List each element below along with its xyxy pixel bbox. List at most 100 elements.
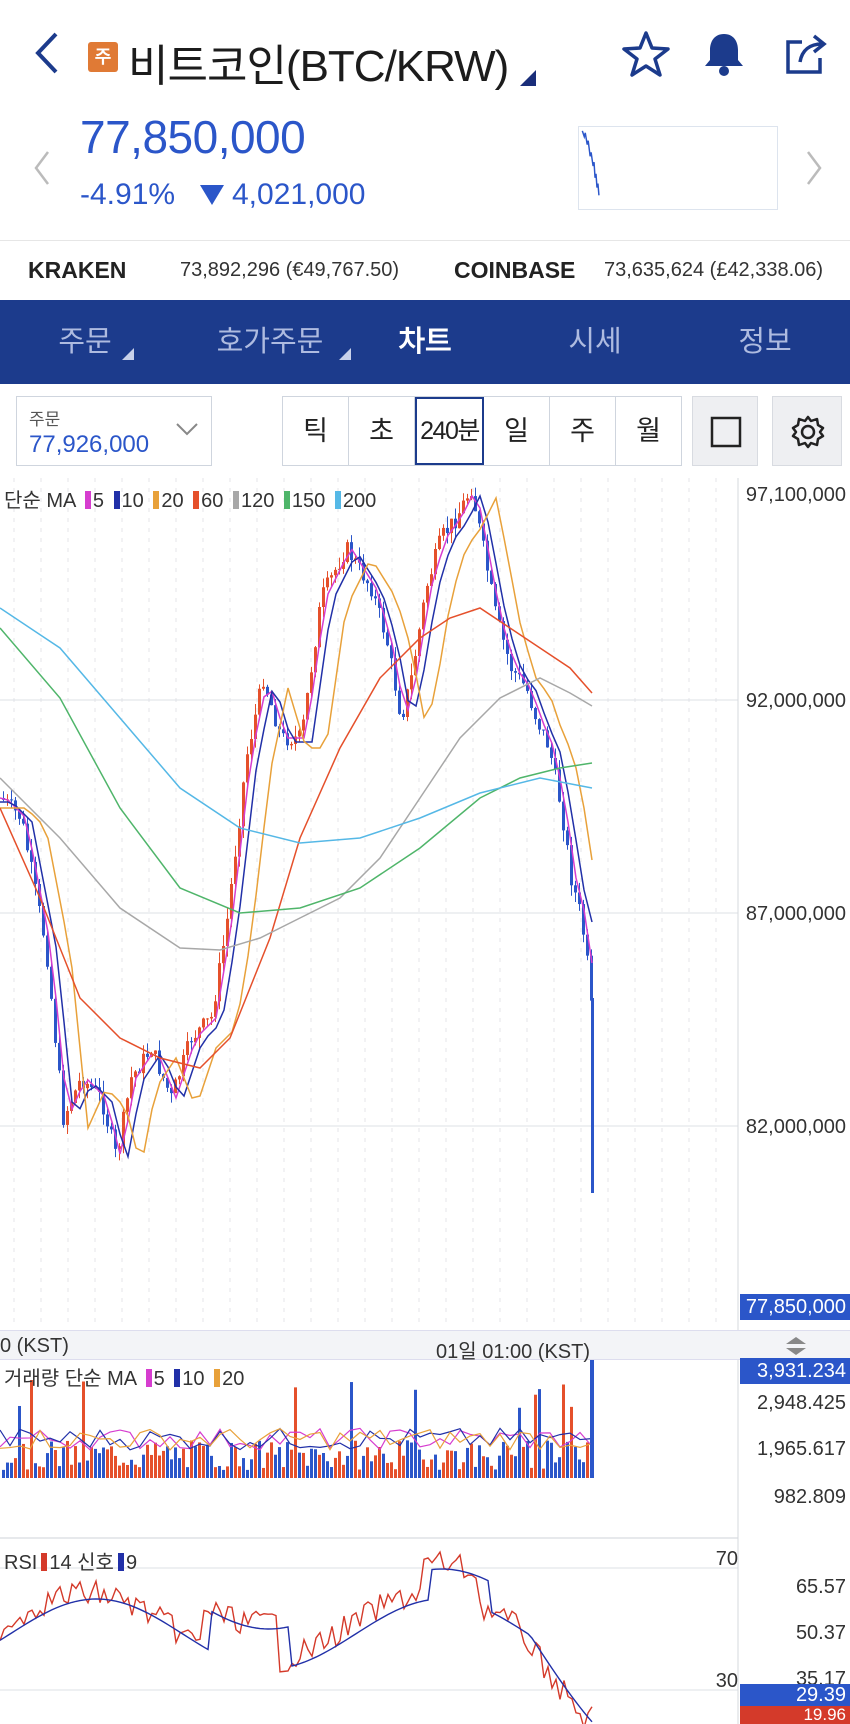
volume-bar [234, 1447, 237, 1478]
ma5-line [0, 494, 593, 1155]
next-coin-icon[interactable] [802, 148, 826, 188]
volume-bar [246, 1469, 249, 1478]
exchange-row: KRAKEN 73,892,296 (€49,767.50) COINBASE … [0, 240, 850, 300]
volume-bar [522, 1446, 525, 1478]
volume-bar [218, 1465, 221, 1478]
volume-bar [378, 1446, 381, 1478]
volume-bar [266, 1452, 269, 1478]
period-week[interactable]: 주 [550, 397, 616, 465]
candle-body [202, 1018, 205, 1028]
tab-chart[interactable]: 차트 [370, 300, 480, 384]
candlestick-chart[interactable] [0, 478, 850, 1724]
coin-dropdown-icon[interactable] [520, 70, 536, 86]
volume-bar [442, 1462, 445, 1478]
fullscreen-button[interactable] [692, 396, 758, 466]
period-second[interactable]: 초 [349, 397, 415, 465]
share-icon[interactable] [780, 28, 832, 80]
volume-bar [262, 1467, 265, 1478]
resize-handle-icon[interactable] [782, 1334, 810, 1358]
tab-market[interactable]: 시세 [540, 300, 650, 384]
rsi-signal-line [0, 1568, 593, 1723]
volume-bar [550, 1442, 553, 1478]
volume-bar [450, 1450, 453, 1478]
volume-bar [338, 1451, 341, 1478]
candle-body [442, 527, 445, 536]
candle-body [10, 799, 13, 801]
volume-bar [22, 1443, 25, 1478]
volume-axis-label: 982.809 [773, 1486, 846, 1508]
volume-bar [118, 1465, 121, 1478]
volume-bar [330, 1467, 333, 1478]
candle-body [534, 708, 537, 720]
square-icon [710, 416, 742, 448]
candle-body [386, 632, 389, 646]
rsi-legend: RSI 14 신호 9 [4, 1552, 138, 1574]
volume-bar [462, 1462, 465, 1478]
candle-body [190, 1041, 193, 1043]
volume-bar [226, 1466, 229, 1478]
candle-body [126, 1098, 129, 1112]
volume-bar [182, 1448, 185, 1478]
tab-order[interactable]: 주문 [30, 300, 140, 384]
current-price: 77,850,000 [80, 111, 306, 163]
volume-bar [186, 1467, 189, 1478]
volume-bar [222, 1469, 225, 1478]
candle-body [302, 719, 305, 731]
volume-bar [302, 1452, 305, 1478]
volume-bar [18, 1405, 21, 1478]
volume-bar [358, 1469, 361, 1478]
volume-bar [98, 1453, 101, 1478]
period-240min[interactable]: 240분 [415, 397, 484, 465]
volume-bar [90, 1447, 93, 1478]
volume-bar [554, 1462, 557, 1478]
volume-bar [494, 1469, 497, 1478]
order-price-select[interactable]: 주문 77,926,000 [16, 396, 212, 466]
volume-bar [582, 1462, 585, 1478]
candle-body [206, 1018, 209, 1020]
candle-body [86, 1083, 89, 1089]
volume-bar [158, 1455, 161, 1478]
volume-bar [514, 1456, 517, 1478]
candle-body [398, 690, 401, 714]
prev-coin-icon[interactable] [30, 148, 54, 188]
tab-info[interactable]: 정보 [710, 300, 820, 384]
volume-bar [2, 1469, 5, 1478]
volume-bar [366, 1447, 369, 1478]
candle-body [466, 498, 469, 501]
coin-title[interactable]: 비트코인(BTC/KRW) [128, 30, 509, 94]
candle-body [566, 830, 569, 846]
y-axis-label: 92,000,000 [745, 690, 846, 712]
bell-icon[interactable] [698, 28, 750, 80]
rsi-current-tag: 29.39 [740, 1684, 850, 1706]
ma10-line [0, 493, 593, 1160]
period-month[interactable]: 월 [616, 397, 681, 465]
volume-bar [282, 1467, 285, 1478]
volume-bar [86, 1460, 89, 1478]
volume-bar [530, 1467, 533, 1478]
volume-bar [278, 1447, 281, 1478]
volume-bar [438, 1469, 441, 1478]
volume-bar [490, 1465, 493, 1478]
volume-bar [502, 1441, 505, 1478]
favorite-star-icon[interactable] [620, 28, 672, 80]
volume-bar [82, 1381, 85, 1478]
candle-body [410, 675, 413, 690]
volume-bar [46, 1453, 49, 1478]
candle-body [290, 743, 293, 746]
back-arrow-icon[interactable] [28, 28, 68, 78]
volume-bar [566, 1441, 569, 1478]
order-value: 77,926,000 [29, 431, 150, 458]
candle-body [366, 580, 369, 584]
chart-settings-button[interactable] [772, 396, 842, 466]
volume-axis-label: 2,948.425 [757, 1392, 846, 1414]
period-tick[interactable]: 틱 [283, 397, 349, 465]
period-day[interactable]: 일 [484, 397, 550, 465]
current-price-tag: 77,850,000 [740, 1294, 850, 1320]
volume-bar [562, 1384, 565, 1478]
volume-bar [298, 1452, 301, 1478]
tab-orderbook[interactable]: 호가주문 [185, 300, 355, 384]
volume-bar [114, 1455, 117, 1478]
volume-bar [326, 1461, 329, 1478]
exchange-name: KRAKEN [28, 257, 127, 283]
volume-bar [94, 1448, 97, 1478]
